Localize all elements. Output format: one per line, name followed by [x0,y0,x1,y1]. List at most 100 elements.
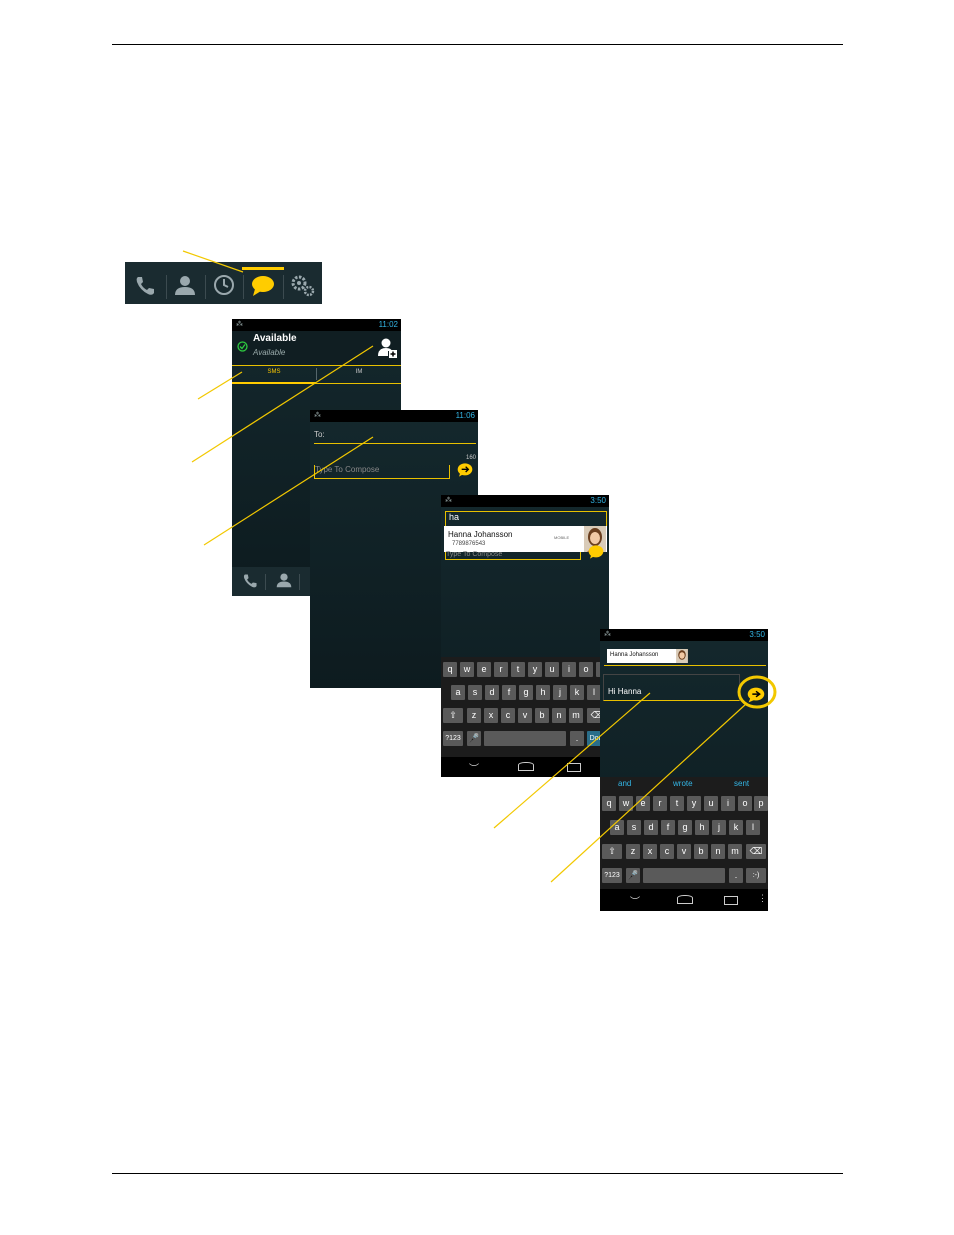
key[interactable]: x [484,708,498,723]
period-key[interactable]: . [729,868,743,883]
recipient-chip[interactable]: Hanna Johansson [607,649,688,663]
chat-bubble-icon[interactable] [251,275,275,297]
key[interactable]: y [528,662,542,677]
key[interactable]: j [712,820,726,835]
compose-field[interactable]: Type To Compose [314,465,450,479]
key[interactable]: l [746,820,760,835]
key[interactable]: c [660,844,674,859]
key[interactable]: n [552,708,566,723]
key[interactable]: q [443,662,457,677]
key[interactable]: d [485,685,499,700]
period-key[interactable]: . [570,731,584,746]
tab-sms[interactable]: SMS [232,369,316,375]
key[interactable]: i [562,662,576,677]
emoji-key[interactable]: :-) [746,868,766,883]
key[interactable]: r [494,662,508,677]
key[interactable]: g [678,820,692,835]
key[interactable]: k [570,685,584,700]
key[interactable]: u [545,662,559,677]
key[interactable]: e [477,662,491,677]
key[interactable]: e [636,796,650,811]
key[interactable]: x [643,844,657,859]
key[interactable]: j [553,685,567,700]
key[interactable]: o [579,662,593,677]
key[interactable]: d [644,820,658,835]
key[interactable]: z [467,708,481,723]
key[interactable]: s [468,685,482,700]
key[interactable]: q [602,796,616,811]
send-icon[interactable] [745,684,767,706]
recent-apps-nav-icon[interactable] [724,896,738,905]
overflow-menu-icon[interactable]: ⋮ [758,893,767,904]
mic-key[interactable]: 🎤 [626,868,640,883]
send-icon[interactable] [588,544,604,560]
home-nav-icon[interactable] [518,762,534,771]
key[interactable]: b [535,708,549,723]
history-icon[interactable] [213,274,235,296]
send-icon[interactable] [457,462,473,478]
phone-icon[interactable] [134,275,156,297]
tab-im[interactable]: IM [317,369,401,375]
contacts-icon[interactable] [276,572,292,588]
key[interactable]: t [511,662,525,677]
space-key[interactable] [643,868,725,883]
compose-field[interactable]: Type To Compose [445,551,581,560]
key[interactable]: v [518,708,532,723]
presence-header[interactable]: Available Available [232,331,401,365]
key[interactable]: f [502,685,516,700]
suggestion-word[interactable]: wrote [673,779,693,788]
key[interactable]: h [536,685,550,700]
key[interactable]: l [587,685,601,700]
key[interactable]: p [754,796,768,811]
key[interactable]: a [451,685,465,700]
recent-apps-nav-icon[interactable] [567,763,581,772]
key[interactable]: w [619,796,633,811]
shift-key[interactable]: ⇧ [443,708,463,723]
key[interactable]: n [711,844,725,859]
to-field[interactable]: To: [314,430,476,444]
phone-icon[interactable] [242,573,258,589]
compose-field[interactable]: Hi Hanna [603,674,740,701]
status-time: 11:06 [455,411,475,420]
numbers-key[interactable]: ?123 [602,868,622,883]
suggestion-word[interactable]: sent [734,779,749,788]
key[interactable]: k [729,820,743,835]
key[interactable]: m [728,844,742,859]
key[interactable]: t [670,796,684,811]
key[interactable]: g [519,685,533,700]
key[interactable]: w [460,662,474,677]
home-nav-icon[interactable] [677,895,693,904]
settings-gears-icon[interactable] [290,274,316,298]
contacts-icon[interactable] [174,274,196,296]
space-key[interactable] [484,731,566,746]
numbers-key[interactable]: ?123 [443,731,463,746]
key[interactable]: a [610,820,624,835]
nav-bar: ︶ ⋮ [600,889,768,911]
back-nav-icon[interactable]: ︶ [469,760,479,775]
key[interactable]: i [721,796,735,811]
shift-key[interactable]: ⇧ [602,844,622,859]
key[interactable]: v [677,844,691,859]
key[interactable]: h [695,820,709,835]
key[interactable]: u [704,796,718,811]
add-contact-icon[interactable] [377,337,397,359]
mic-key[interactable]: 🎤 [467,731,481,746]
key[interactable]: s [627,820,641,835]
to-label: To: [314,430,325,439]
back-nav-icon[interactable]: ︶ [630,893,640,908]
backspace-key[interactable]: ⌫ [746,844,766,859]
contact-suggestion[interactable]: Hanna Johansson 7789876543 MOBILE [444,526,607,552]
to-field[interactable]: ha [445,511,607,527]
key[interactable]: z [626,844,640,859]
tab-separator [316,368,317,380]
key[interactable]: o [738,796,752,811]
suggestion-word[interactable]: and [618,779,631,788]
key[interactable]: f [661,820,675,835]
status-bar: ⁂ 11:06 [310,410,478,422]
key[interactable]: r [653,796,667,811]
key[interactable]: m [569,708,583,723]
key[interactable]: c [501,708,515,723]
key[interactable]: y [687,796,701,811]
key[interactable]: b [694,844,708,859]
screen-compose-message: ⁂ 3:50 Hanna Johansson Hi Hanna and wrot… [600,629,768,911]
